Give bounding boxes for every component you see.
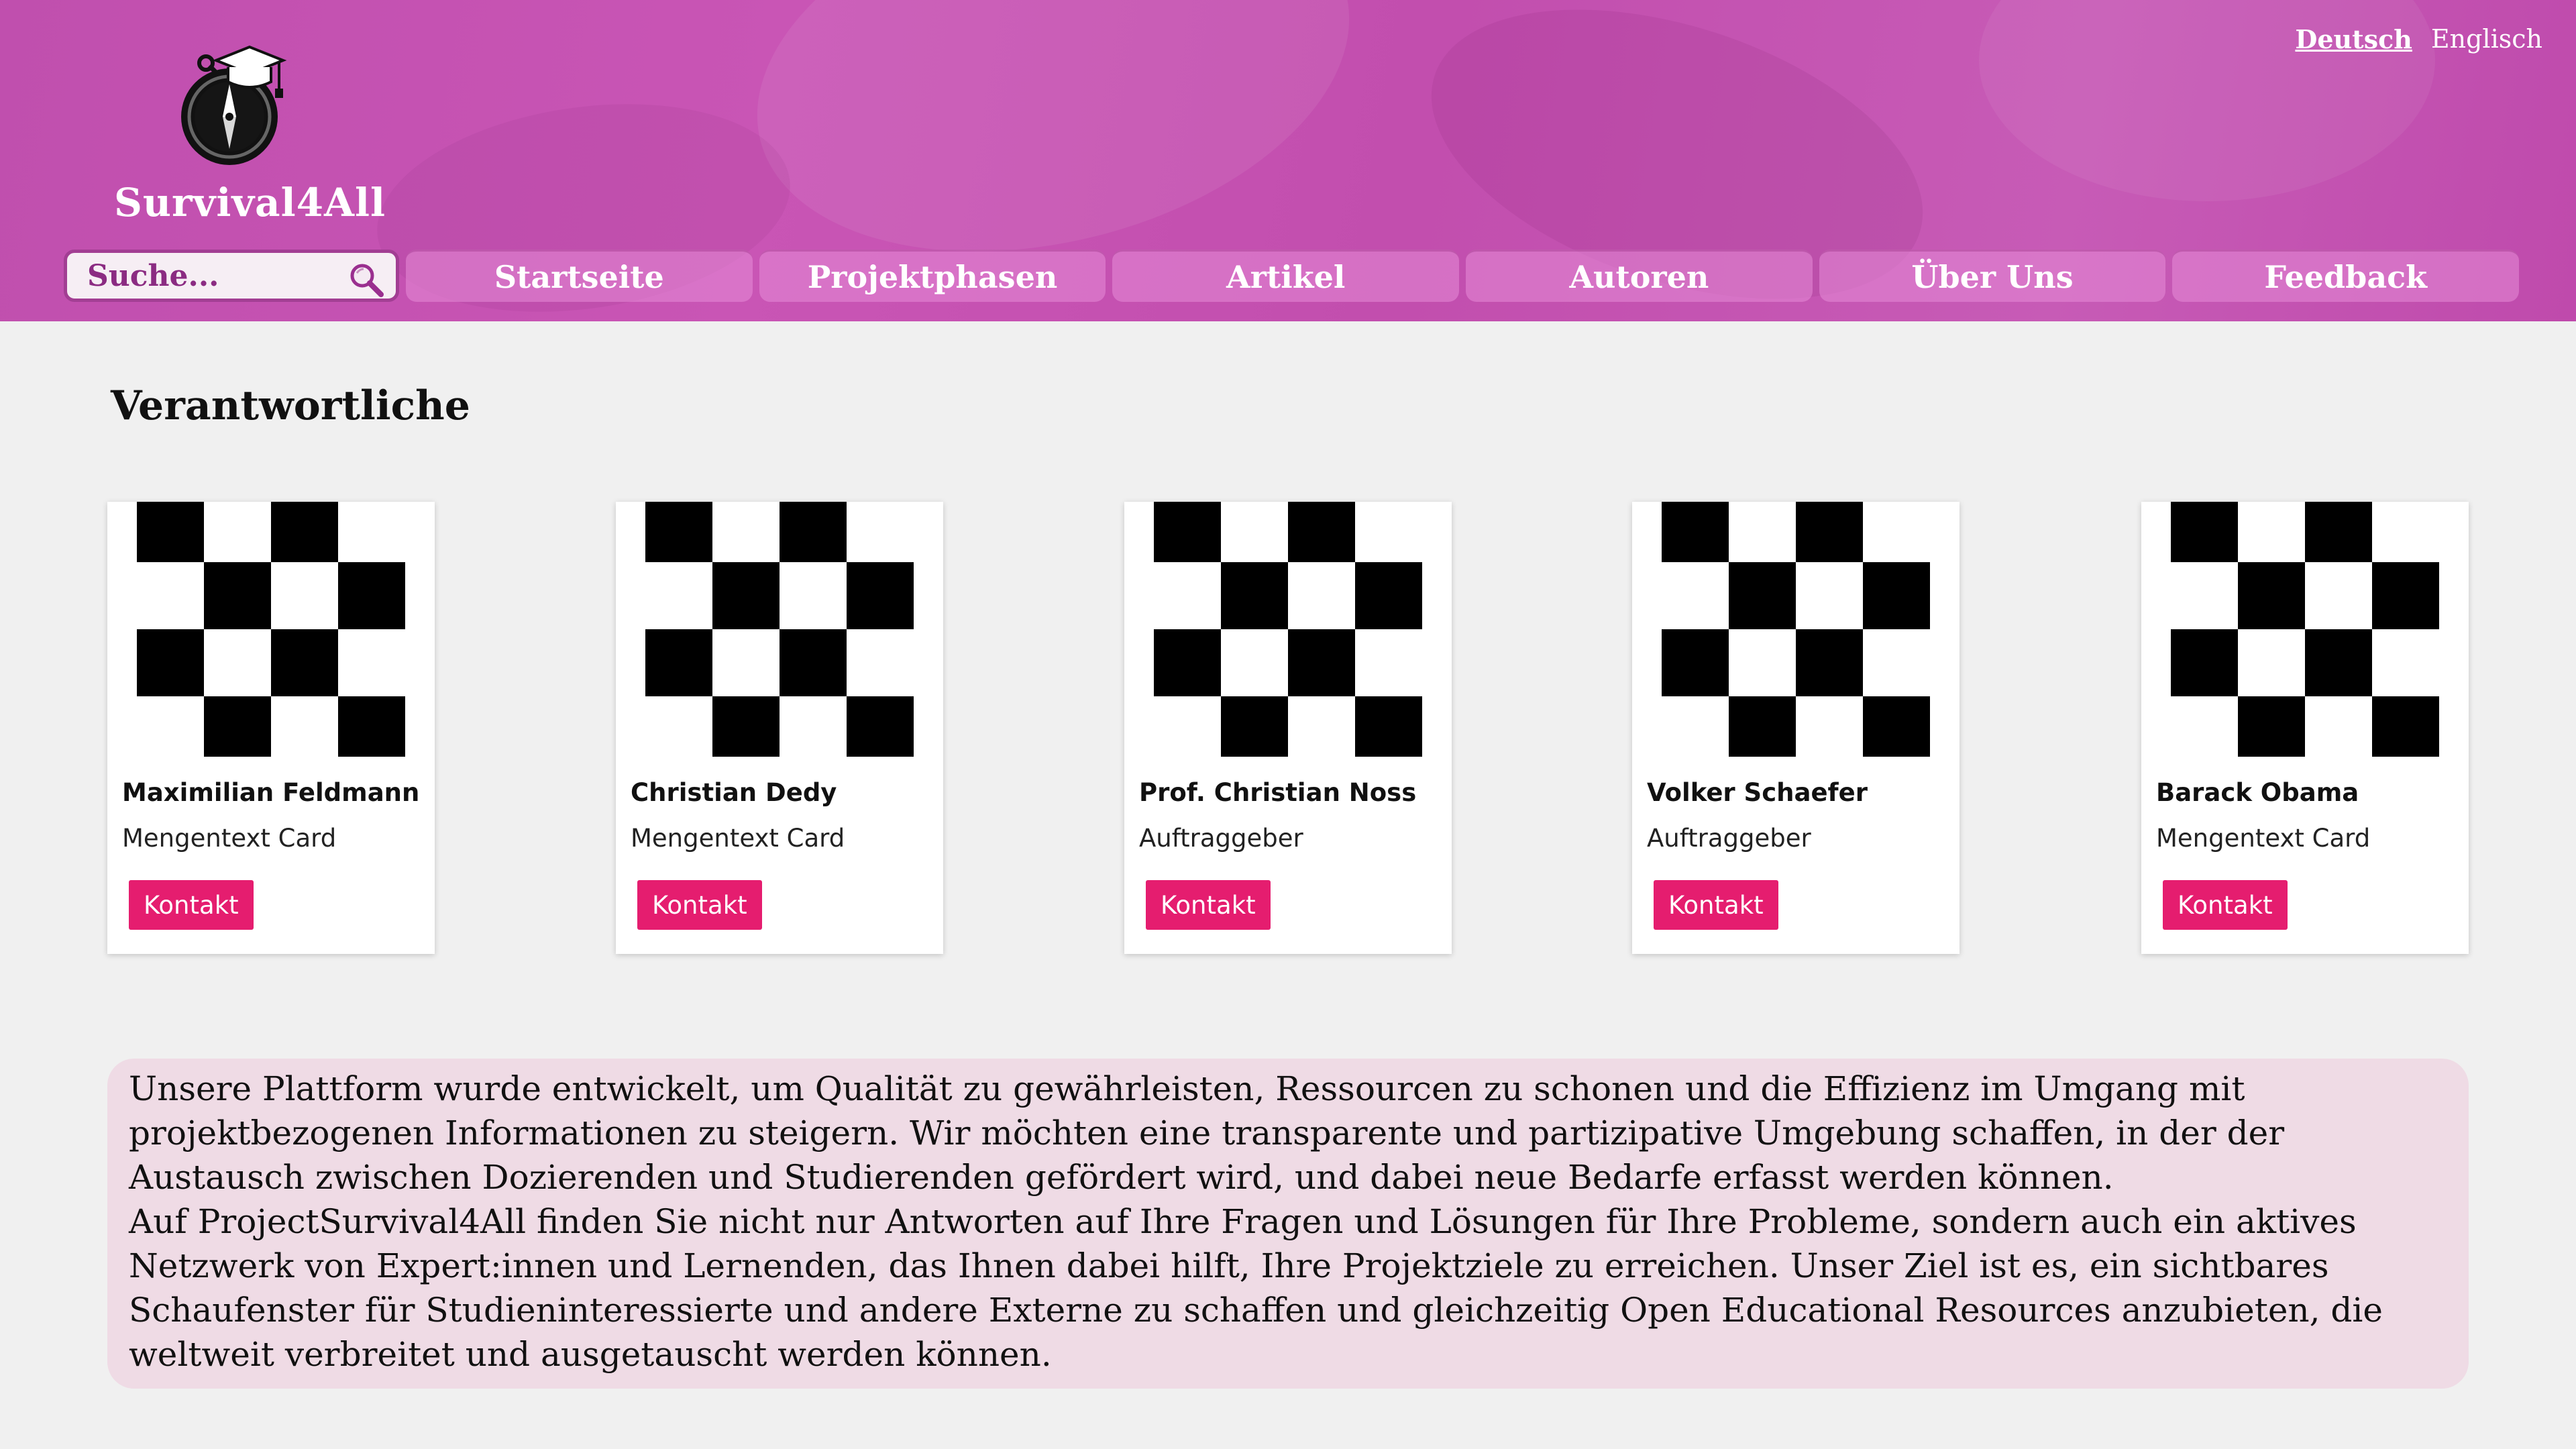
- nav-startseite[interactable]: Startseite: [406, 250, 753, 302]
- language-link-deutsch[interactable]: Deutsch: [2295, 24, 2412, 54]
- about-paragraph: Unsere Plattform wurde entwickelt, um Qu…: [129, 1069, 2285, 1197]
- contact-button[interactable]: Kontakt: [637, 880, 762, 930]
- person-card: Christian Dedy Mengentext Card Kontakt: [616, 502, 943, 954]
- person-card: Prof. Christian Noss Auftraggeber Kontak…: [1124, 502, 1452, 954]
- language-switcher: Deutsch Englisch: [2295, 24, 2542, 54]
- brand-name[interactable]: Survival4All: [114, 180, 386, 225]
- person-role: Auftraggeber: [1647, 824, 1811, 853]
- about-text-box: Unsere Plattform wurde entwickelt, um Qu…: [107, 1059, 2469, 1389]
- contact-button[interactable]: Kontakt: [129, 880, 254, 930]
- person-name: Volker Schaefer: [1647, 778, 1868, 807]
- search-input[interactable]: [86, 258, 357, 294]
- placeholder-image-icon: [137, 502, 405, 757]
- contact-button[interactable]: Kontakt: [2163, 880, 2288, 930]
- responsible-cards: Maximilian Feldmann Mengentext Card Kont…: [107, 502, 2469, 954]
- person-role: Mengentext Card: [122, 824, 337, 853]
- nav-feedback[interactable]: Feedback: [2172, 250, 2520, 302]
- person-card: Maximilian Feldmann Mengentext Card Kont…: [107, 502, 435, 954]
- placeholder-image-icon: [1662, 502, 1930, 757]
- placeholder-image-icon: [645, 502, 914, 757]
- magnifier-icon[interactable]: [347, 261, 385, 299]
- person-role: Auftraggeber: [1139, 824, 1303, 853]
- nav-ueber-uns[interactable]: Über Uns: [1819, 250, 2166, 302]
- section-title: Verantwortliche: [111, 382, 470, 429]
- language-link-englisch[interactable]: Englisch: [2431, 24, 2542, 54]
- person-card: Volker Schaefer Auftraggeber Kontakt: [1632, 502, 1960, 954]
- header-banner: Deutsch Englisch Survival4All Suche... S…: [0, 0, 2576, 321]
- compass-graduation-cap-icon[interactable]: [176, 43, 297, 170]
- nav-artikel[interactable]: Artikel: [1112, 250, 1460, 302]
- person-name: Maximilian Feldmann: [122, 778, 420, 807]
- person-role: Mengentext Card: [2156, 824, 2371, 853]
- placeholder-image-icon: [1154, 502, 1422, 757]
- placeholder-image-icon: [2171, 502, 2439, 757]
- nav-autoren[interactable]: Autoren: [1466, 250, 1813, 302]
- person-card: Barack Obama Mengentext Card Kontakt: [2141, 502, 2469, 954]
- person-name: Christian Dedy: [631, 778, 837, 807]
- contact-button[interactable]: Kontakt: [1146, 880, 1271, 930]
- main-navigation: Startseite Projektphasen Artikel Autoren…: [64, 250, 2520, 302]
- person-role: Mengentext Card: [631, 824, 845, 853]
- person-name: Prof. Christian Noss: [1139, 778, 1417, 807]
- nav-projektphasen[interactable]: Projektphasen: [759, 250, 1106, 302]
- contact-button[interactable]: Kontakt: [1654, 880, 1778, 930]
- person-name: Barack Obama: [2156, 778, 2359, 807]
- about-paragraph: Auf ProjectSurvival4All finden Sie nicht…: [129, 1202, 2383, 1374]
- search-box: [64, 250, 399, 302]
